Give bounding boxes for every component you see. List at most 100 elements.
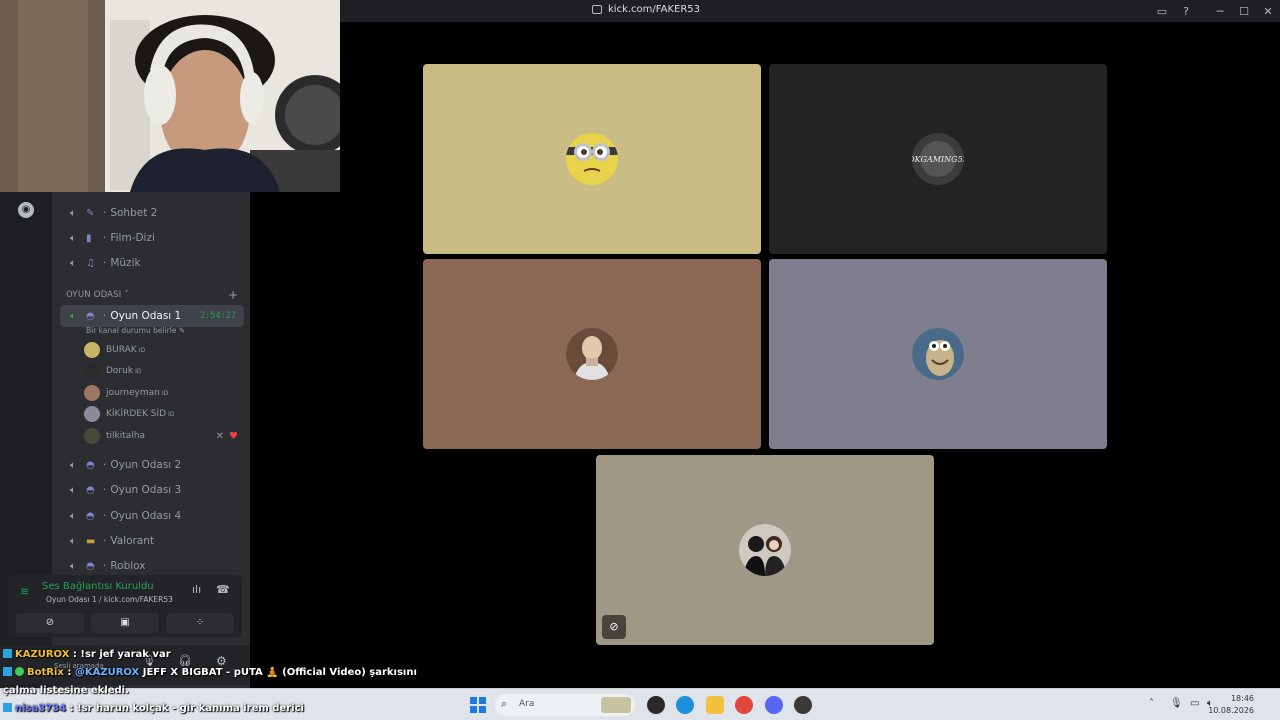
voice-user[interactable]: tilkitalha ✕ ♥ (84, 426, 244, 446)
channel-oyun-odasi-4[interactable]: 🔈︎ ◓ · Oyun Odası 4 (60, 505, 244, 527)
film-icon: ▮ (86, 232, 92, 244)
chat-message: KAZUROX : !sr jef yarak var (0, 646, 470, 664)
channel-oyun-odasi-2[interactable]: 🔈︎ ◓ · Oyun Odası 2 (60, 454, 244, 476)
screen-share-button[interactable]: ▣ (91, 613, 159, 633)
channel-label: Roblox (110, 560, 146, 572)
user-avatar (84, 406, 100, 422)
app-icon[interactable] (794, 696, 812, 714)
participant-tile[interactable] (423, 64, 761, 254)
channel-label: Oyun Odası 4 (110, 510, 182, 522)
channel-roblox[interactable]: 🔈︎ ◓ · Roblox (60, 555, 244, 577)
gamepad-icon: ◓ (86, 484, 95, 496)
chat-username: BotRix (27, 667, 64, 678)
tray-chevron-icon[interactable]: ˄ (1149, 698, 1154, 709)
gamepad-icon: ◓ (86, 560, 95, 572)
media-player-icon[interactable] (647, 696, 665, 714)
channel-oyun-odasi-3[interactable]: 🔈︎ ◓ · Oyun Odası 3 (60, 479, 244, 501)
chat-message: nisa3734 : !sr harun kolçak - gir kanıma… (0, 700, 470, 718)
voice-user[interactable]: Doruk ID (84, 361, 244, 381)
category-header[interactable]: OYUN ODASI ˅ (66, 290, 129, 300)
gun-icon: ▬ (86, 535, 96, 547)
tray-mic-icon[interactable]: 🎙︎ (1170, 698, 1183, 709)
call-timer: 2:54:27 (200, 311, 236, 321)
deafened-icon: ♥ (229, 430, 238, 442)
chat-mention: @KAZUROX (74, 667, 140, 678)
channel-label: Film-Dizi (110, 232, 155, 244)
close-button[interactable]: ✕ (1256, 5, 1280, 18)
chrome-icon[interactable] (735, 696, 753, 714)
channel-film-dizi[interactable]: 🔈︎ ▮ · Film-Dizi (60, 227, 244, 249)
maximize-button[interactable]: ☐ (1232, 5, 1256, 18)
chat-text: JEFF X BIGBAT - pUTA 🧘 (Official Video) … (139, 667, 417, 678)
window-title: kick.com/FAKER53 (592, 4, 700, 15)
voice-status[interactable]: Ses Bağlantısı Kuruldu (42, 581, 154, 592)
chat-username: KAZUROX (15, 649, 70, 660)
taskbar-clock[interactable]: 18:46 10.08.2026 (1208, 693, 1254, 717)
dkgaming-avatar-text: DKGAMING53 (912, 155, 964, 164)
channel-oyun-odasi-1[interactable]: 🔈︎ ◓ · Oyun Odası 1 2:54:27 (60, 305, 244, 327)
muted-mic-icon: ⊘ (602, 615, 626, 639)
channel-label: Oyun Odası 1 (110, 310, 182, 322)
dkgaming-avatar: DKGAMING53 (912, 133, 964, 185)
gamepad-icon: ◓ (86, 459, 95, 471)
channel-sohbet-2[interactable]: 🔈︎ ✎ · Sohbet 2 (60, 202, 244, 224)
gamepad-icon: ◓ (86, 310, 95, 322)
camera-off-button[interactable]: ⊘ (16, 613, 84, 633)
voice-user[interactable]: journeyman ID (84, 383, 244, 403)
channel-status-prompt[interactable]: Bir kanal durumu belirle ✎ (86, 326, 185, 335)
participant-tile[interactable]: ⊘ (596, 455, 934, 645)
search-highlight-image (601, 697, 631, 713)
speaker-icon: 🔈︎ (70, 207, 76, 219)
help-icon[interactable]: ? (1174, 5, 1198, 18)
search-icon: ⌕ (501, 697, 508, 710)
edge-icon[interactable] (676, 696, 694, 714)
user-avatar (84, 428, 100, 444)
speaker-icon: 🔈︎ (70, 310, 76, 322)
couple-avatar (739, 524, 791, 576)
channel-label: Sohbet 2 (110, 207, 158, 219)
speaker-icon: 🔈︎ (70, 232, 76, 244)
speaker-icon: 🔈︎ (70, 459, 76, 471)
sid-avatar (912, 328, 964, 380)
file-explorer-icon[interactable] (706, 696, 724, 714)
inbox-icon[interactable]: ▭ (1150, 5, 1174, 18)
participant-tile[interactable]: DKGAMING53 (769, 64, 1107, 254)
channel-label: Oyun Odası 2 (110, 459, 182, 471)
screen: kick.com/FAKER53 ▭ ? ─ ☐ ✕ ◉ 🔈︎ ✎ · Sohb… (0, 0, 1280, 720)
explore-icon[interactable]: ◉ (18, 202, 34, 218)
voice-user[interactable]: BURAK ID (84, 340, 244, 360)
channel-label: Müzik (110, 257, 141, 269)
channel-valorant[interactable]: 🔈︎ ▬ · Valorant (60, 530, 244, 552)
user-avatar (84, 342, 100, 358)
speaker-icon: 🔈︎ (70, 535, 76, 547)
disconnect-icon[interactable]: ☎ (216, 583, 230, 596)
chat-message: BotRix : @KAZUROX JEFF X BIGBAT - pUTA 🧘… (0, 664, 470, 682)
activities-button[interactable]: ⁘ (166, 613, 234, 633)
tray-network-icon[interactable]: ▭ (1190, 698, 1199, 709)
chat-username: nisa3734 (15, 703, 67, 714)
participant-tile[interactable] (769, 259, 1107, 449)
stream-chat-overlay: KAZUROX : !sr jef yarak var BotRix : @KA… (0, 646, 470, 718)
chat-icon: ✎ (86, 207, 95, 219)
chat-text: !sr jef yarak var (80, 649, 171, 660)
discord-icon[interactable] (765, 696, 783, 714)
kick-badge-icon (3, 649, 12, 658)
participant-tile[interactable] (423, 259, 761, 449)
speaker-icon: 🔈︎ (70, 257, 76, 269)
minimize-button[interactable]: ─ (1208, 5, 1232, 18)
add-channel-icon[interactable]: + (228, 288, 238, 302)
windows-start-icon[interactable] (470, 697, 486, 713)
chat-text: çalma listesine ekledi. (3, 685, 129, 696)
webcam-overlay (0, 0, 340, 192)
kick-badge-icon (3, 667, 12, 676)
signal-icon[interactable]: ≋ (20, 585, 29, 598)
voice-user[interactable]: KİKİRDEK SİD ID (84, 404, 244, 424)
voice-connection-panel: ≋ Ses Bağlantısı Kuruldu Oyun Odası 1 / … (8, 575, 242, 637)
voice-channel-path[interactable]: Oyun Odası 1 / kick.com/FAKER53 (46, 595, 173, 604)
window-title-text: kick.com/FAKER53 (608, 4, 700, 15)
channel-muzik[interactable]: 🔈︎ ♫ · Müzik (60, 252, 244, 274)
webcam-image (0, 0, 340, 192)
kick-badge-icon (3, 703, 12, 712)
noise-suppression-icon[interactable]: ılı (192, 583, 201, 596)
taskbar-search[interactable]: ⌕ Ara (495, 694, 635, 716)
